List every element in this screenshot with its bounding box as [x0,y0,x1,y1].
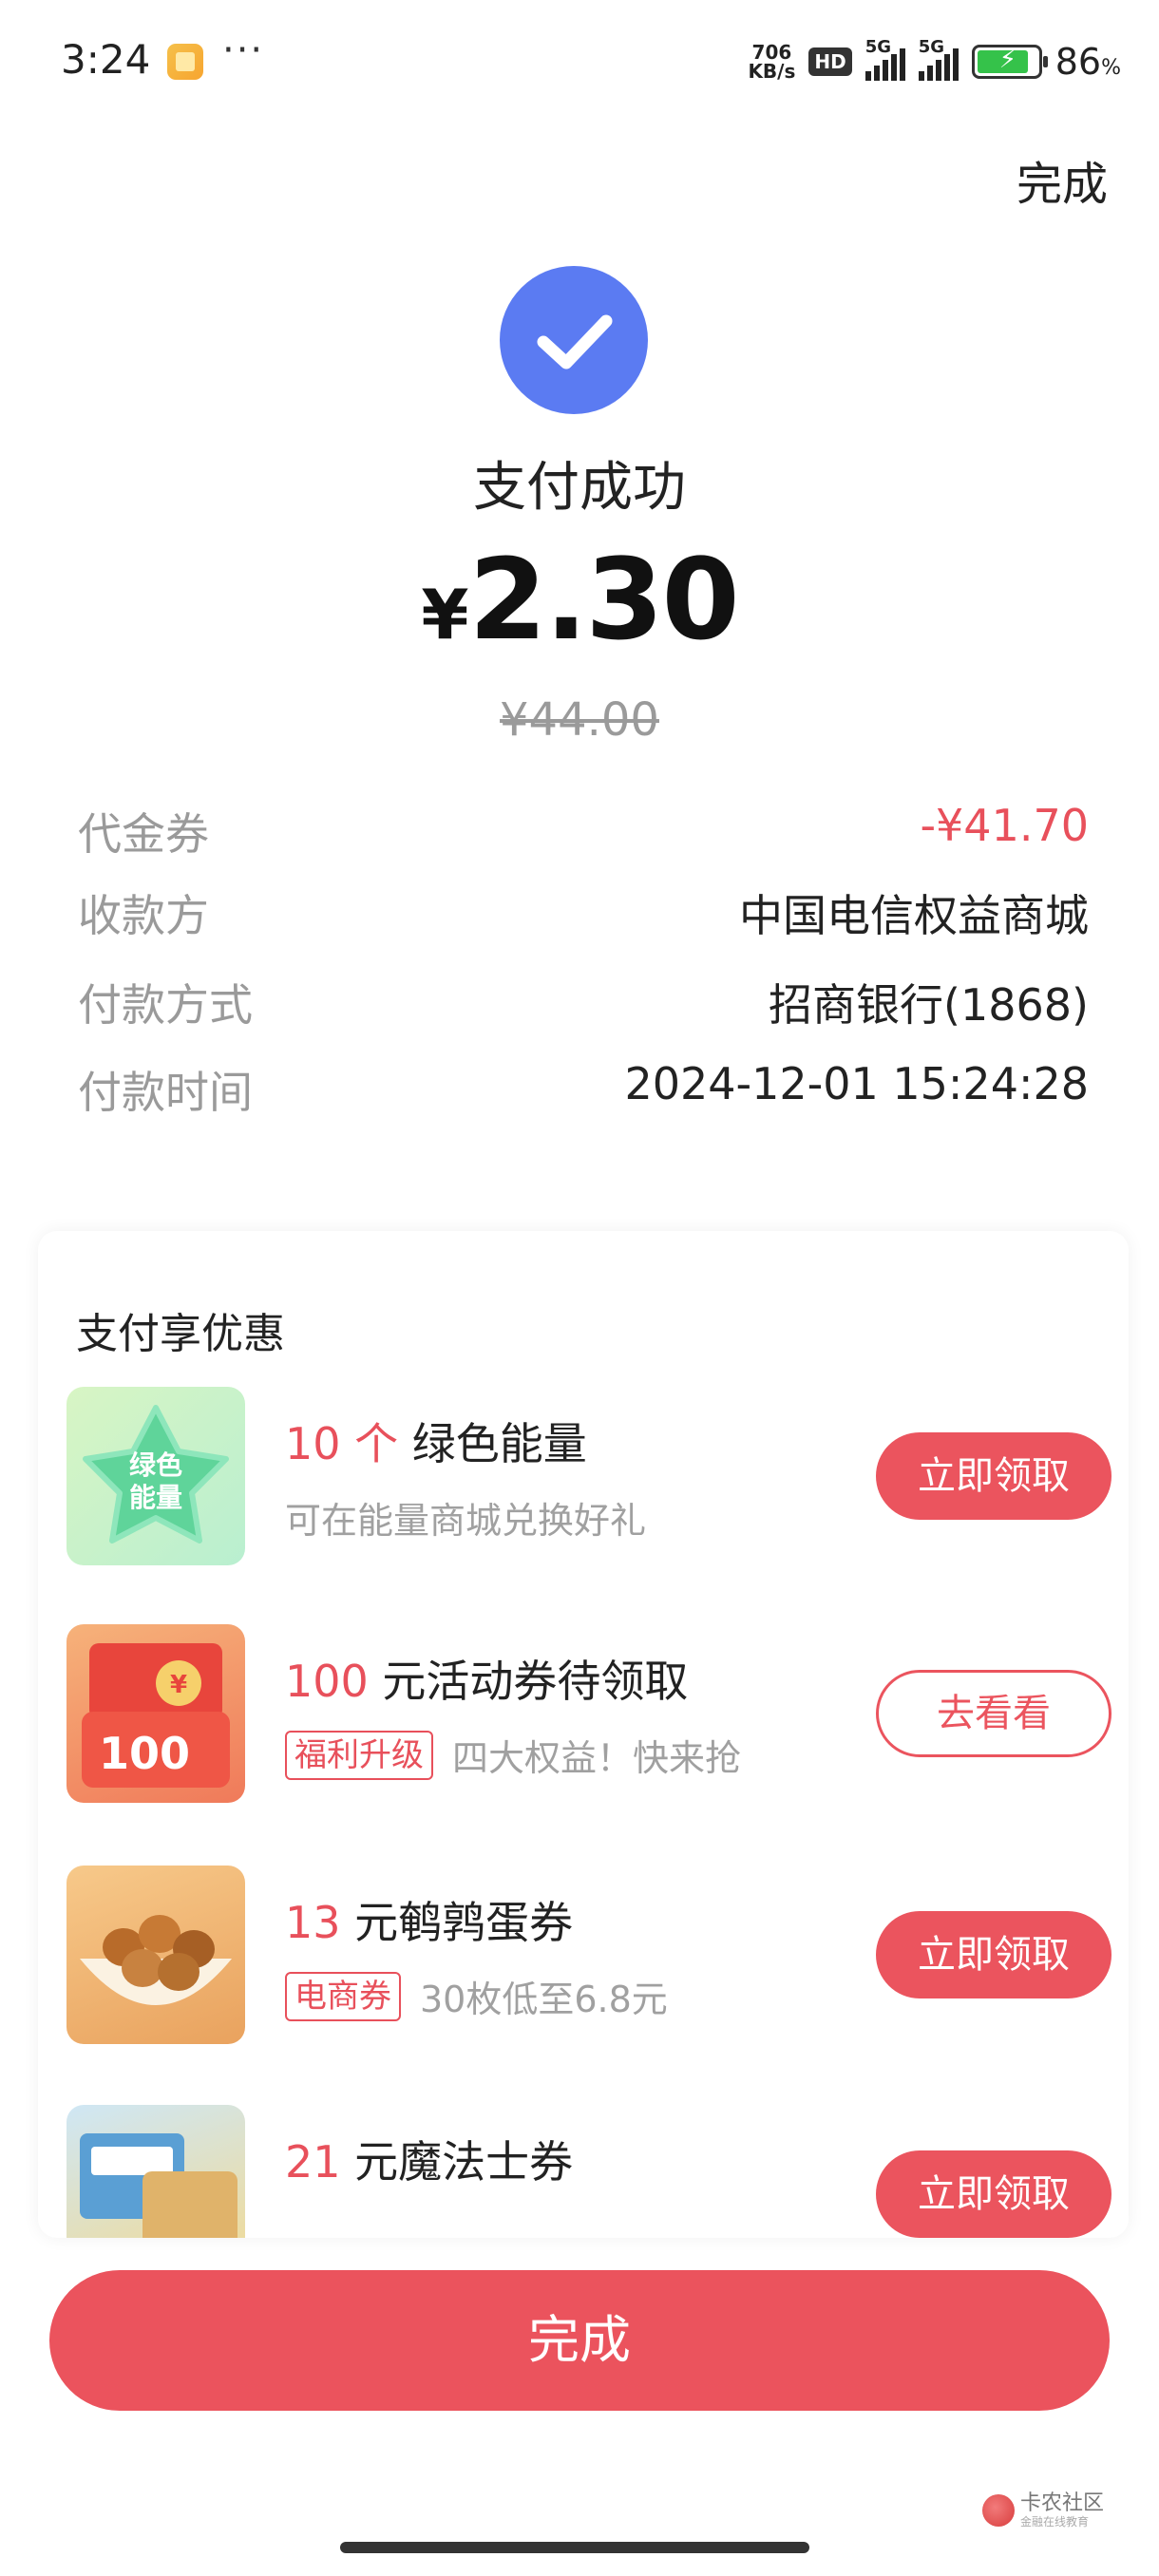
svg-text:100: 100 [99,1728,190,1779]
original-amount: ¥44.00 [500,693,659,747]
promo-item-magician[interactable]: 21 元魔法士券 立即领取 [66,2105,1112,2238]
claim-button[interactable]: 立即领取 [876,2150,1112,2238]
promo-title: 支付享优惠 [76,1310,285,1358]
view-button[interactable]: 去看看 [876,1670,1112,1757]
detail-row-voucher: 代金券 -¥41.70 [78,800,1089,860]
signal-2-icon: 5G [918,37,959,81]
done-button[interactable]: 完成 [49,2270,1110,2411]
notification-app-icon [167,44,203,80]
signal-1-icon: 5G [864,37,905,81]
battery-icon: ⚡ [971,45,1048,79]
promo-item-activity-voucher[interactable]: ¥ 100 100 元活动券待领取 福利升级 四大权益！快来抢 去看看 [66,1624,1112,1814]
quail-egg-thumb [66,1866,245,2044]
promo-item-green-energy[interactable]: 绿色 能量 10 个 绿色能量 可在能量商城兑换好礼 立即领取 [66,1387,1112,1577]
more-notifications-icon: ··· [222,28,265,72]
promo-item-title: 21 元魔法士券 [285,2136,574,2188]
status-time: 3:24 [61,36,151,83]
claim-button[interactable]: 立即领取 [876,1432,1112,1520]
payment-status-title: 支付成功 [473,457,686,519]
promo-tag: 电商券 [285,1971,401,2021]
status-indicators: 706 KB/s HD 5G 5G ⚡ 86% [748,37,1121,85]
snack-thumb [66,2105,245,2238]
watermark-logo-icon [981,2494,1015,2527]
svg-text:绿色: 绿色 [129,1449,182,1481]
detail-row-payee: 收款方 中国电信权益商城 [78,890,1089,941]
watermark: 卡农社区 金融在线教育 [981,2492,1104,2529]
promo-item-title: 10 个 绿色能量 [285,1418,587,1469]
promo-item-quail-egg[interactable]: 13 元鹌鹑蛋券 电商券 30枚低至6.8元 立即领取 [66,1866,1112,2055]
svg-text:¥: ¥ [170,1671,187,1699]
promo-item-title: 100 元活动券待领取 [285,1656,689,1707]
green-energy-thumb: 绿色 能量 [66,1387,245,1565]
detail-row-method: 付款方式 招商银行(1868) [78,979,1089,1031]
promo-item-subtitle: 电商券 30枚低至6.8元 [285,1970,668,2022]
promo-item-title: 13 元鹌鹑蛋券 [285,1897,574,1948]
home-indicator[interactable] [340,2542,809,2553]
paid-amount: ¥2.30 [421,534,739,665]
svg-text:能量: 能量 [129,1482,182,1513]
promo-item-subtitle: 福利升级 四大权益！快来抢 [285,1729,741,1781]
network-speed: 706 KB/s [748,41,796,83]
detail-row-time: 付款时间 2024-12-01 15:24:28 [78,1058,1089,1118]
claim-button[interactable]: 立即领取 [876,1911,1112,1998]
promo-card: 支付享优惠 绿色 能量 10 个 绿色能量 可在能量商城兑换好礼 立即领取 ¥ … [38,1231,1129,2238]
red-packet-thumb: ¥ 100 [66,1624,245,1803]
checkmark-icon [500,266,648,414]
done-button-top[interactable]: 完成 [1016,146,1108,213]
promo-item-subtitle: 可在能量商城兑换好礼 [285,1500,647,1542]
hd-voice-icon: HD [808,47,852,76]
battery-percent: 86% [1054,41,1121,83]
promo-tag: 福利升级 [285,1730,433,1780]
status-bar: 3:24 ··· 706 KB/s HD 5G 5G ⚡ 86% [0,0,1159,123]
